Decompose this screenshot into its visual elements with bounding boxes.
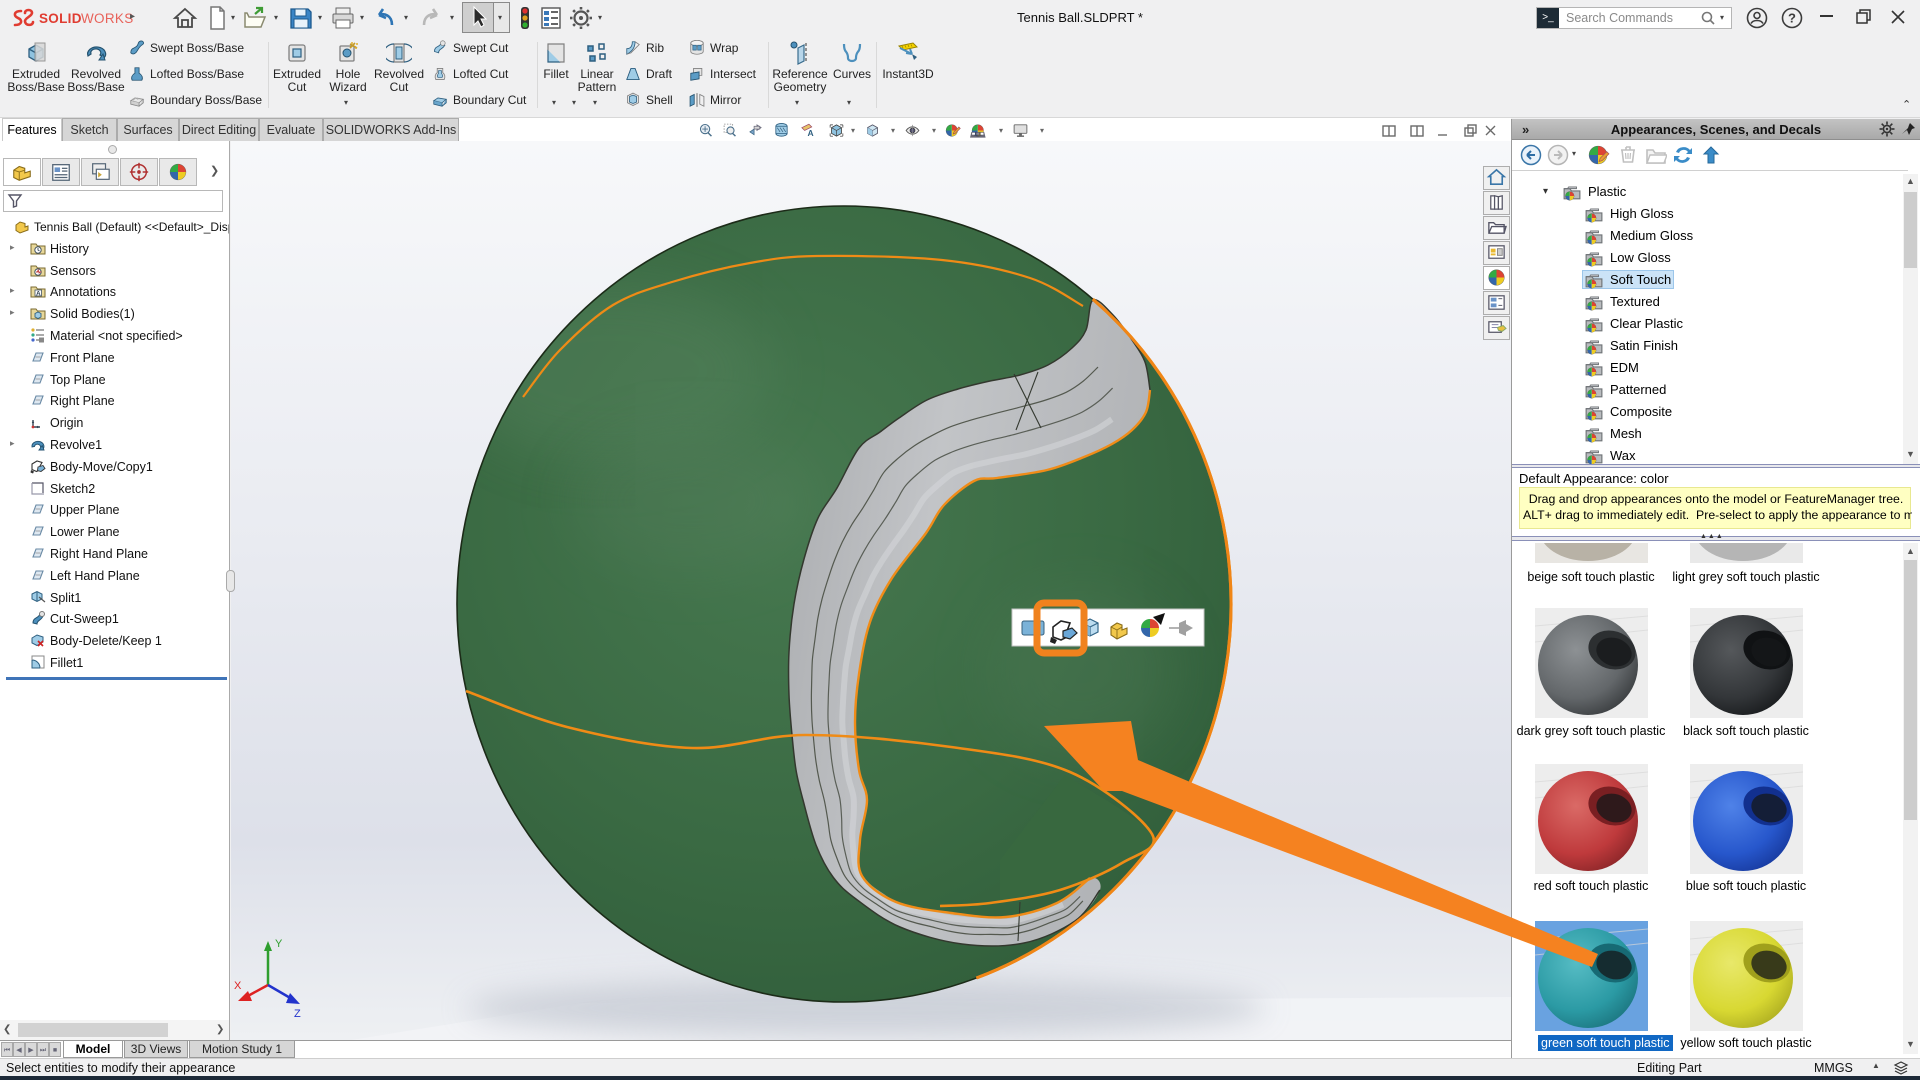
svg-text:A: A <box>808 128 814 138</box>
svg-text:WORKS: WORKS <box>81 11 134 26</box>
svg-text:A: A <box>36 290 41 297</box>
svg-text:SOLID: SOLID <box>39 11 82 26</box>
svg-text:?: ? <box>1788 11 1796 26</box>
